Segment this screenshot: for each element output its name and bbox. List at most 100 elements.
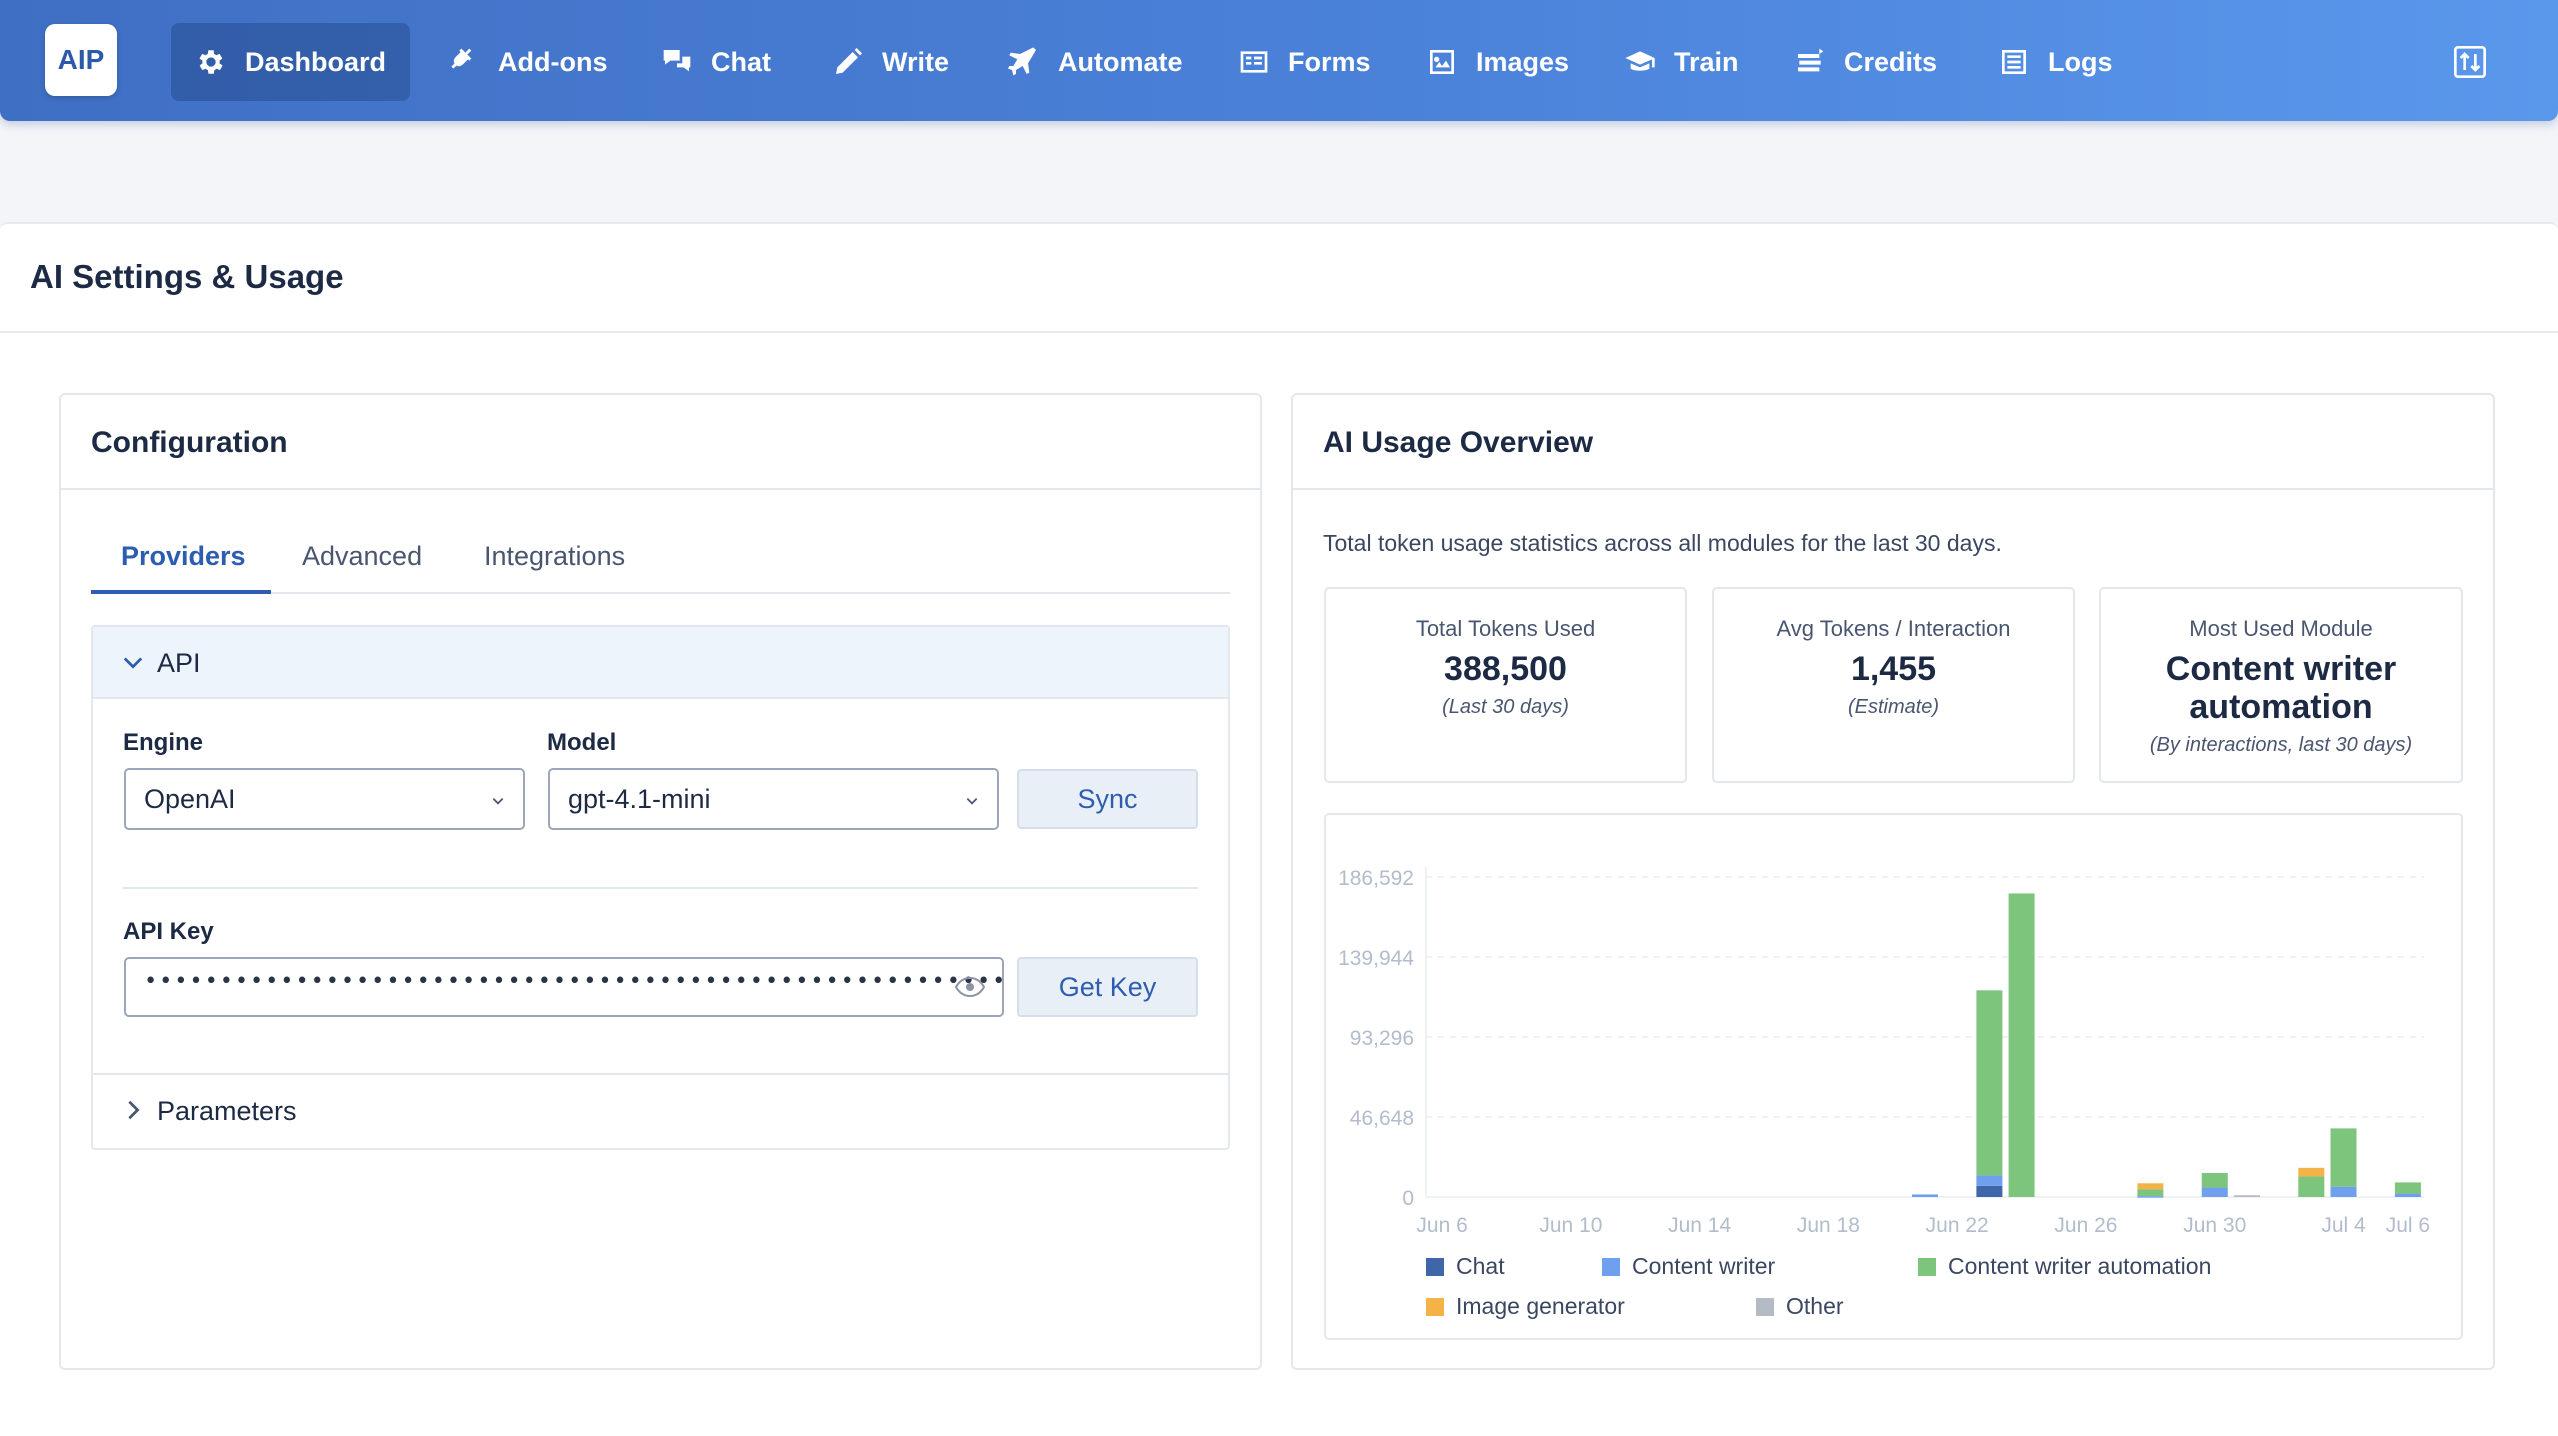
x-tick-label: Jul 6 [2386,1214,2430,1237]
legend-chat[interactable]: Chat [1426,1253,1505,1280]
legend-content-writer[interactable]: Content writer [1602,1253,1775,1280]
api-key-label: API Key [123,918,214,945]
stat-value: 388,500 [1444,650,1567,688]
nav-label: Logs [2048,46,2113,77]
x-tick-label: Jun 26 [2054,1214,2117,1237]
y-tick-label: 139,944 [1338,947,1414,970]
legend-label: Other [1786,1293,1844,1319]
y-tick-label: 0 [1402,1187,1414,1210]
model-label: Model [547,729,617,756]
nav-label: Automate [1058,46,1183,77]
api-key-input[interactable]: ••••••••••••••••••••••••••••••••••••••••… [124,957,1004,1017]
bar-segment [2233,1195,2260,1197]
bar-segment [1912,1194,1938,1197]
chat-bubbles-icon [663,50,691,72]
nav-logs[interactable]: Logs [1974,23,2137,101]
x-tick-label: Jul 4 [2321,1214,2366,1237]
stat-note: (Estimate) [1847,696,1940,718]
get-key-button[interactable]: Get Key [1017,957,1198,1017]
top-navbar: AIP Dashboard Add-ons Chat Write Automat… [0,0,2558,121]
x-tick-label: Jun 18 [1797,1214,1860,1237]
legend-other[interactable]: Other [1756,1293,1844,1320]
nav-addons[interactable]: Add-ons [424,23,631,101]
legend-content-writer-automation[interactable]: Content writer automation [1918,1253,2211,1280]
stat-avg-tokens: Avg Tokens / Interaction 1,455 (Estimate… [1712,587,2075,783]
usage-title: AI Usage Overview [1323,426,1594,459]
gear-icon [199,50,223,74]
bar-segment [2008,893,2035,1197]
stat-note: (By interactions, last 30 days) [2149,734,2413,756]
bar-segment [2298,1176,2325,1197]
nav-label: Images [1476,46,1570,77]
x-tick-label: Jun 10 [1539,1214,1602,1237]
nav-automate[interactable]: Automate [984,23,1207,101]
legend-swatch [1918,1257,1936,1276]
stat-value: Content writer automation [2165,650,2397,726]
api-section-label[interactable]: API [157,648,201,679]
api-accordion-header[interactable] [93,627,1228,699]
app-logo[interactable]: AIP [45,24,117,96]
engine-value: OpenAI [144,783,236,814]
chevron-down-icon [123,657,143,669]
bar-segment [2394,1182,2421,1194]
bar-segment [1976,1175,2003,1186]
stat-label: Most Used Module [2189,616,2373,641]
y-tick-label: 186,592 [1338,867,1414,890]
bar-segment [2298,1167,2325,1177]
legend-image-generator[interactable]: Image generator [1426,1293,1625,1320]
model-value: gpt-4.1-mini [568,783,711,814]
bar-segment [2137,1196,2164,1198]
api-divider [123,887,1198,889]
model-select[interactable]: gpt-4.1-mini [548,768,999,830]
form-icon [1240,51,1268,73]
engine-select[interactable]: OpenAI [124,768,525,830]
x-tick-label: Jun 14 [1668,1214,1731,1237]
bar-segment [2330,1186,2357,1197]
configuration-divider [61,488,1260,490]
nav-forms[interactable]: Forms [1214,23,1395,101]
nav-write[interactable]: Write [808,23,973,101]
eye-icon[interactable] [955,977,985,997]
y-tick-label: 46,648 [1350,1107,1414,1130]
plug-icon [451,48,472,69]
image-icon [1430,50,1454,74]
usage-chart: 0 46,648 93,296 139,944 186,592 Jun 6 Jun 10 Ju… [1338,867,2430,1237]
tab-advanced[interactable]: Advanced [302,541,422,572]
bar-segment [2137,1183,2164,1190]
parameters-divider [93,1073,1228,1075]
nav-label: Dashboard [245,46,387,77]
page-title: AI Settings & Usage [30,258,344,295]
x-tick-label: Jun 30 [2183,1214,2246,1237]
usage-description: Total token usage statistics across all … [1323,530,2002,556]
legend-swatch [1602,1257,1620,1276]
nav-label: Chat [711,46,771,77]
nav-label: Add-ons [498,46,608,77]
legend-swatch [1426,1297,1444,1316]
nav-train[interactable]: Train [1600,23,1763,101]
title-divider [0,331,2558,333]
tab-active-indicator [91,590,271,594]
usage-divider [1293,488,2493,490]
bar-segment [2330,1128,2357,1187]
nav-label: Credits [1844,46,1938,77]
x-tick-label: Jun 6 [1416,1214,1467,1237]
chevron-right-icon [128,1100,140,1120]
nav-credits[interactable]: Credits [1770,23,1961,101]
list-icon [2002,50,2026,74]
nav-dashboard[interactable]: Dashboard [171,23,411,101]
sync-button[interactable]: Sync [1017,769,1198,829]
tab-integrations[interactable]: Integrations [484,541,625,572]
parameters-section-label[interactable]: Parameters [157,1096,297,1127]
stat-label: Avg Tokens / Interaction [1776,616,2011,641]
graduation-cap-icon [1625,51,1655,71]
nav-chat[interactable]: Chat [637,23,795,101]
tab-providers[interactable]: Providers [121,541,246,572]
pencil-icon [836,48,862,74]
nav-label: Forms [1288,46,1371,77]
nav-images[interactable]: Images [1402,23,1593,101]
sort-toggle-icon[interactable] [2452,46,2488,78]
chevron-down-icon [966,798,978,805]
bar-segment [2394,1193,2421,1197]
y-tick-label: 93,296 [1350,1027,1414,1050]
nav-label: Train [1674,46,1739,77]
